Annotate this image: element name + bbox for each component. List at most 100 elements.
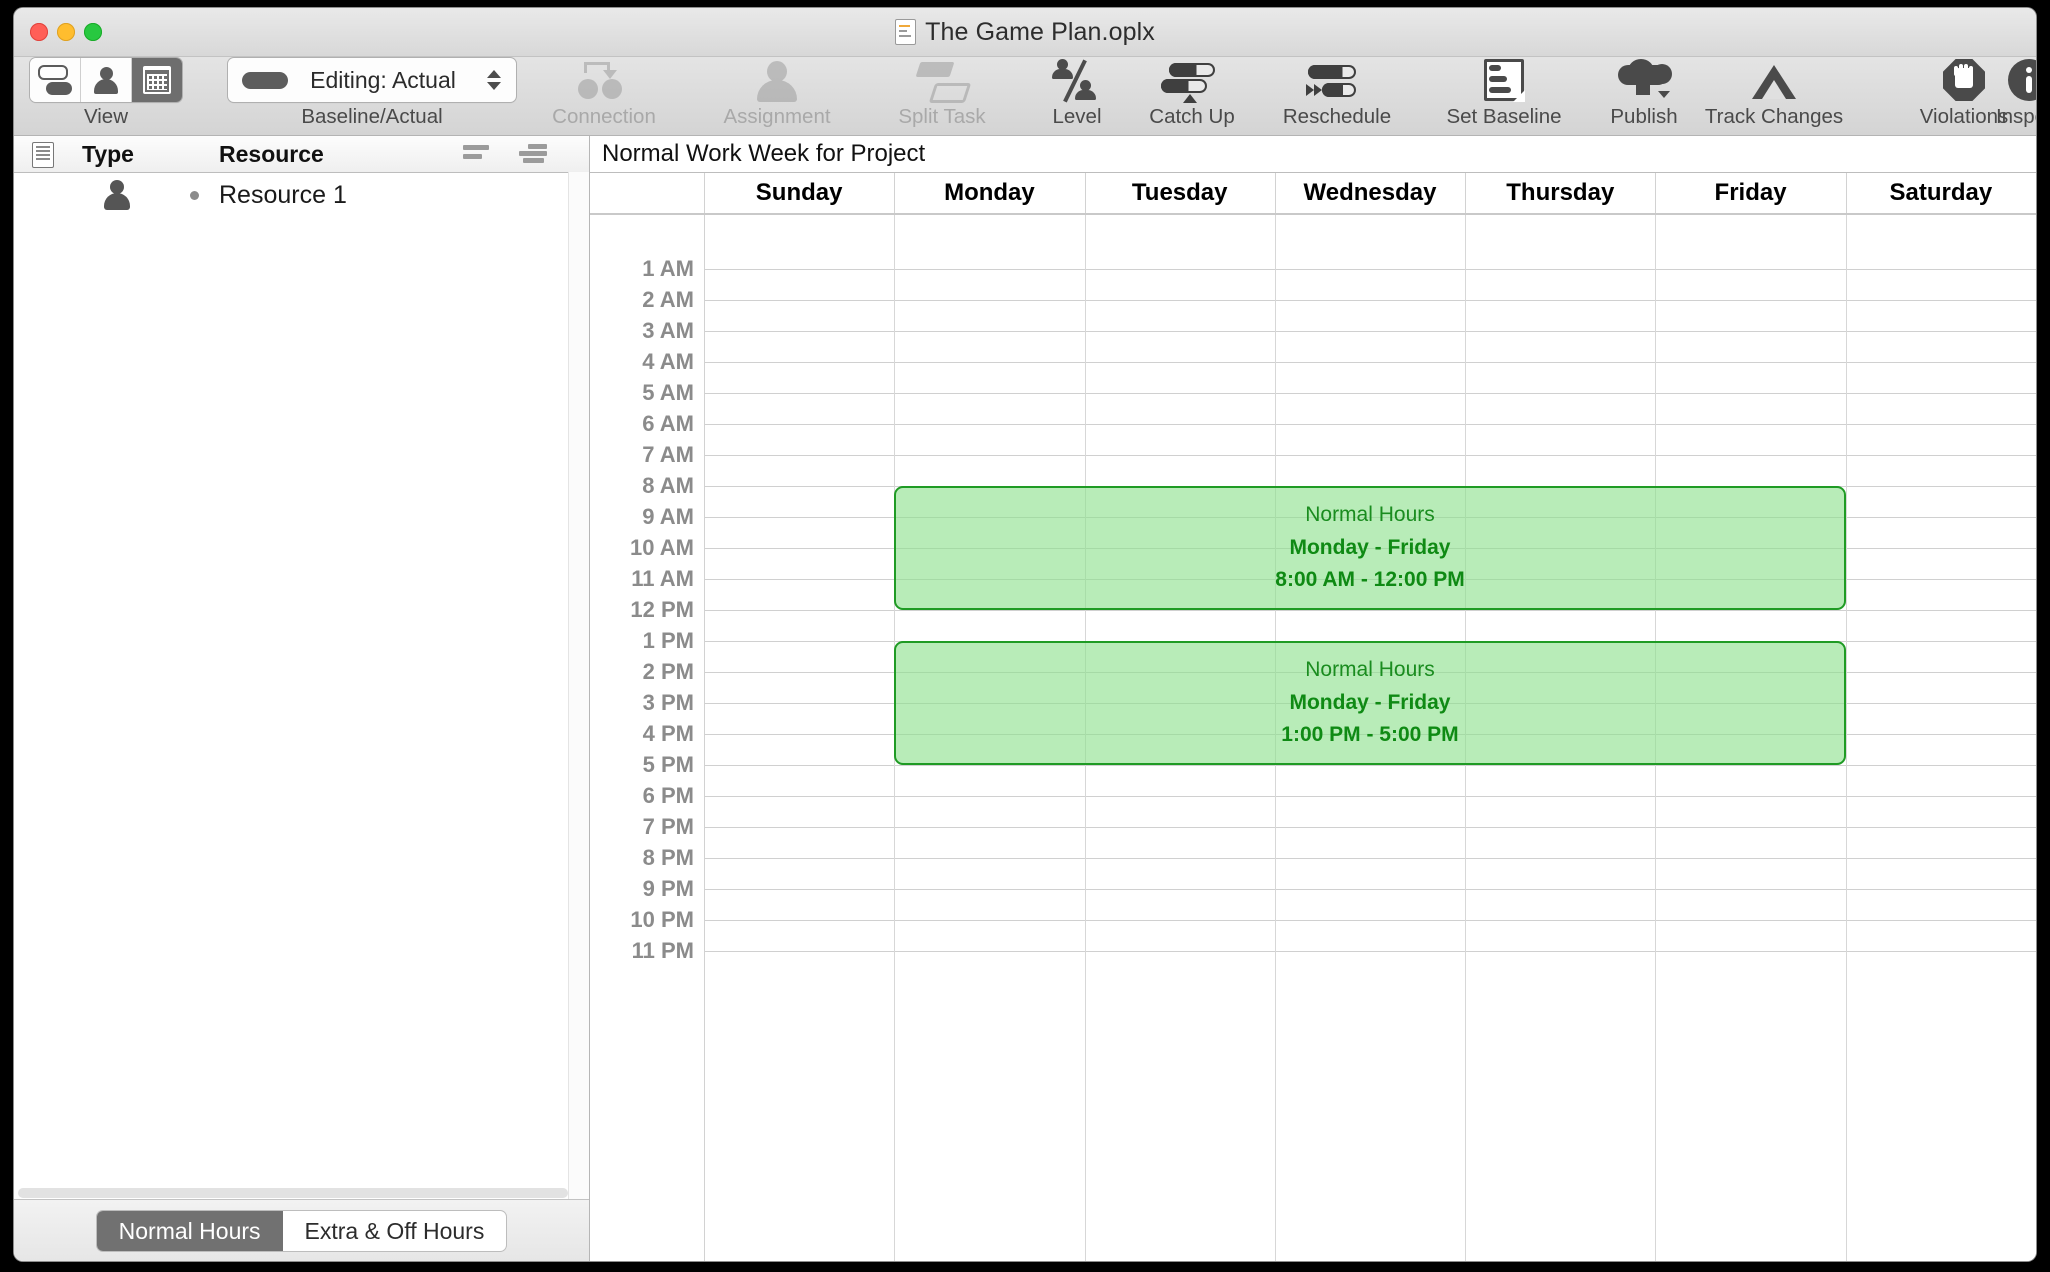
hour-label-3-pm: 3 PM [642, 690, 694, 715]
toolbar-label-track-changes: Track Changes [1704, 105, 1844, 128]
hour-label-11-pm: 11 PM [631, 938, 694, 963]
task-view-icon[interactable] [30, 58, 81, 102]
catch-up-icon [1161, 59, 1223, 103]
hour-label-1-pm: 1 PM [642, 628, 694, 653]
column-header-resource[interactable]: Resource [219, 141, 324, 168]
hour-label-5-am: 5 AM [642, 380, 694, 405]
hour-label-5-pm: 5 PM [642, 752, 694, 777]
hours-tabset[interactable]: Normal Hours Extra & Off Hours [96, 1211, 507, 1251]
toolbar-label-reschedule: Reschedule [1282, 105, 1392, 128]
hour-label-9-am: 9 AM [642, 504, 694, 529]
event-days: Monday - Friday [1289, 690, 1451, 714]
hour-gridline [704, 765, 2036, 766]
column-header-type[interactable]: Type [82, 141, 134, 168]
resource-name[interactable]: Resource 1 [219, 181, 347, 210]
toolbar-group-track-changes[interactable]: Track Changes [1674, 57, 1874, 129]
split-task-icon [915, 59, 972, 103]
hour-gridline [704, 610, 2036, 611]
sidebar-horizontal-scrollbar[interactable] [18, 1188, 568, 1198]
hour-label-6-pm: 6 PM [642, 783, 694, 808]
hour-gridline [704, 300, 2036, 301]
app-window: The Game Plan.oplx View Editing: Actual … [14, 8, 2036, 1261]
hour-label-1-am: 1 AM [642, 256, 694, 281]
view-segmented-control[interactable] [30, 58, 182, 102]
tab-normal-hours[interactable]: Normal Hours [96, 1211, 283, 1251]
hour-gridline [704, 796, 2036, 797]
toolbar-group-inspect[interactable]: Inspect [1954, 57, 2036, 129]
hour-label-2-pm: 2 PM [642, 659, 694, 684]
calendar-panel: Normal Work Week for Project Sunday Monda… [590, 136, 2036, 1261]
document-icon [895, 19, 917, 45]
toolbar-group-assignment: Assignment [687, 57, 867, 129]
toolbar-label-inspect: Inspect [1995, 105, 2036, 128]
connection-icon [576, 59, 632, 101]
toolbar-label-baseline-actual: Baseline/Actual [301, 105, 443, 128]
toggle-switch-icon [242, 71, 288, 89]
hour-gridline [704, 424, 2036, 425]
calendar-title: Normal Work Week for Project [590, 136, 2036, 173]
sidebar-tab-bar: Normal Hours Extra & Off Hours [14, 1199, 589, 1261]
toolbar-group-connection: Connection [514, 57, 694, 129]
titlebar: The Game Plan.oplx [14, 8, 2036, 57]
event-days: Monday - Friday [1289, 535, 1451, 559]
track-changes-icon [1752, 59, 1796, 101]
toolbar-group-split-task: Split Task [857, 57, 1027, 129]
tab-extra-off-hours[interactable]: Extra & Off Hours [283, 1211, 507, 1251]
toolbar-label-connection: Connection [552, 105, 656, 128]
day-header-tuesday: Tuesday [1085, 173, 1276, 213]
hour-label-4-pm: 4 PM [642, 721, 694, 746]
day-header-monday: Monday [894, 173, 1086, 213]
hour-label-8-am: 8 AM [642, 473, 694, 498]
table-row[interactable]: Resource 1 [14, 173, 589, 217]
resource-sidebar: Type Resource Resource 1 Normal Hours Ex… [14, 136, 590, 1261]
event-time: 1:00 PM - 5:00 PM [1281, 723, 1459, 747]
list-icon[interactable] [32, 142, 54, 168]
person-icon [102, 178, 132, 212]
hour-label-8-pm: 8 PM [642, 845, 694, 870]
hierarchy-icon[interactable] [519, 144, 547, 164]
toolbar-group-view: View [30, 57, 182, 129]
toolbar-label-publish: Publish [1610, 105, 1678, 128]
hour-gridline [704, 827, 2036, 828]
hour-label-3-am: 3 AM [642, 318, 694, 343]
rows-icon[interactable] [463, 145, 489, 163]
hour-gridline [704, 889, 2036, 890]
calendar-event[interactable]: Normal Hours Monday - Friday 8:00 AM - 12:… [894, 486, 1846, 610]
day-header-thursday: Thursday [1465, 173, 1657, 213]
baseline-actual-stepper[interactable]: Editing: Actual [228, 58, 516, 102]
hour-gridline [704, 269, 2036, 270]
calendar-hour-gutter: 1 AM 2 AM 3 AM 4 AM 5 AM 6 AM 7 AM 8 AM 9 AM 10 A… [590, 215, 705, 1261]
calendar-event[interactable]: Normal Hours Monday - Friday 1:00 PM - 5:0… [894, 641, 1846, 765]
level-icon [1051, 59, 1103, 103]
sidebar-column-header: Type Resource [14, 136, 589, 173]
toolbar-label-set-baseline: Set Baseline [1446, 105, 1562, 128]
event-title: Normal Hours [1305, 503, 1435, 527]
hour-label-10-pm: 10 PM [630, 907, 694, 932]
hour-label-6-am: 6 AM [642, 411, 694, 436]
toolbar-label-view: View [83, 105, 129, 128]
window-title: The Game Plan.oplx [925, 17, 1155, 46]
day-gridline [1845, 215, 1847, 1261]
set-baseline-icon [1484, 59, 1525, 102]
event-title: Normal Hours [1305, 658, 1435, 682]
hour-label-4-am: 4 AM [642, 349, 694, 374]
hour-label-2-am: 2 AM [642, 287, 694, 312]
hour-gridline [704, 920, 2036, 921]
stepper-arrows-icon[interactable] [484, 70, 504, 90]
toolbar: View Editing: Actual Baseline/Actual Con… [14, 57, 2036, 136]
sidebar-vertical-scrollbar[interactable] [568, 172, 589, 1200]
day-header-wednesday: Wednesday [1275, 173, 1467, 213]
calendar-grid[interactable]: 1 AM 2 AM 3 AM 4 AM 5 AM 6 AM 7 AM 8 AM 9 AM 10 A… [590, 215, 2036, 1261]
toolbar-label-catch-up: Catch Up [1149, 105, 1235, 128]
hour-label-10-am: 10 AM [630, 535, 694, 560]
hour-gridline [704, 362, 2036, 363]
day-header-sunday: Sunday [704, 173, 896, 213]
toolbar-label-level: Level [1052, 105, 1102, 128]
calendar-view-icon[interactable] [132, 58, 182, 102]
hour-gridline [704, 858, 2036, 859]
toolbar-label-split-task: Split Task [898, 105, 986, 128]
screen: The Game Plan.oplx View Editing: Actual … [0, 0, 2050, 1272]
hour-label-9-pm: 9 PM [642, 876, 694, 901]
hour-gridline [704, 951, 2036, 952]
resource-view-icon[interactable] [81, 58, 132, 102]
